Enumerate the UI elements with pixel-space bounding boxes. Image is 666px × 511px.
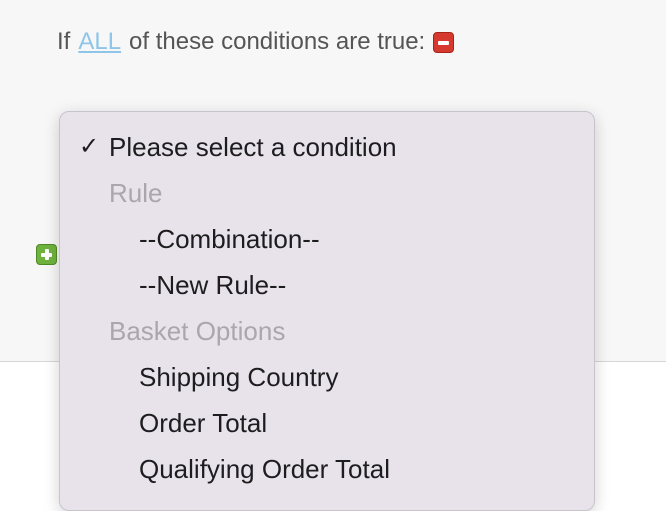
checkmark-icon: ✓: [79, 133, 100, 160]
remove-icon[interactable]: [433, 31, 455, 53]
option-qualifying-order-total[interactable]: Qualifying Order Total: [60, 446, 594, 492]
option-shipping-country[interactable]: Shipping Country: [60, 354, 594, 400]
option-label: Please select a condition: [109, 132, 397, 162]
quantifier-link[interactable]: ALL: [78, 28, 121, 56]
option-please-select[interactable]: ✓ Please select a condition: [60, 124, 594, 170]
condition-suffix: of these conditions are true:: [129, 28, 426, 55]
condition-prefix: If: [57, 28, 71, 55]
option-order-total[interactable]: Order Total: [60, 400, 594, 446]
condition-select-dropdown[interactable]: ✓ Please select a condition Rule --Combi…: [59, 111, 595, 511]
group-rule: Rule: [109, 178, 163, 208]
group-basket-options: Basket Options: [109, 316, 286, 346]
conditions-header: If ALL of these conditions are true:: [57, 28, 455, 56]
add-condition-icon[interactable]: [36, 244, 57, 265]
option-combination[interactable]: --Combination--: [60, 216, 594, 262]
option-new-rule[interactable]: --New Rule--: [60, 262, 594, 308]
